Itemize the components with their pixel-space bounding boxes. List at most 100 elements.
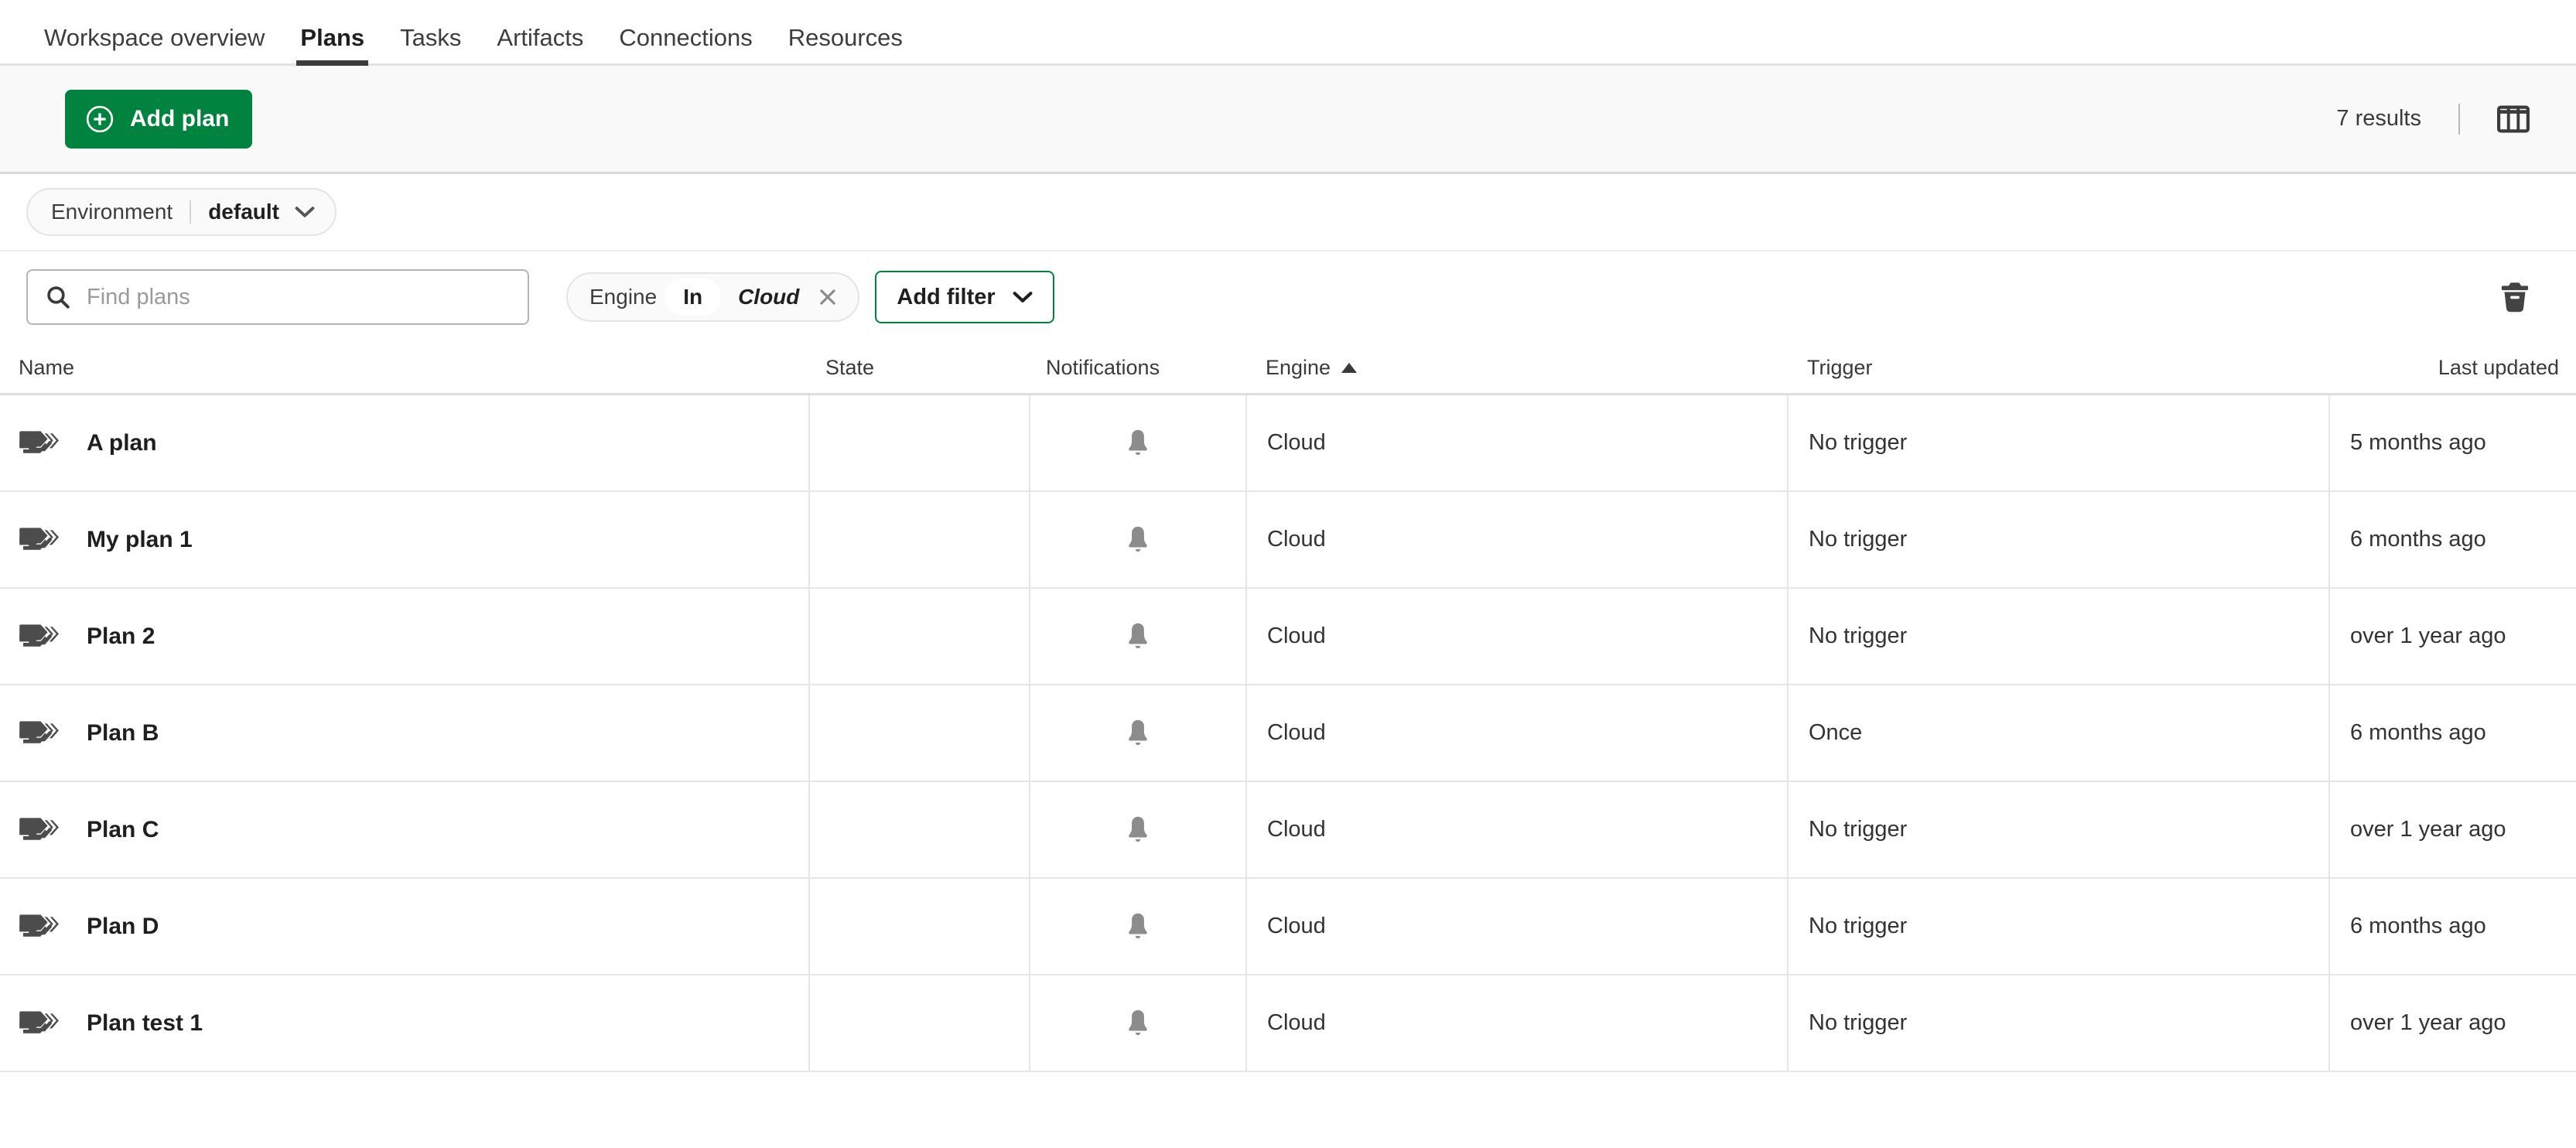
nav-tab-tasks[interactable]: Tasks [382, 26, 479, 63]
column-header-state[interactable]: State [808, 343, 1029, 393]
plan-trigger: No trigger [1809, 914, 1908, 938]
search-input[interactable] [87, 284, 511, 310]
results-count: 7 results [2336, 106, 2421, 131]
cell-name[interactable]: Plan test 1 [0, 975, 808, 1071]
table-header-row: Name State Notifications Engine Trigger … [0, 343, 2576, 395]
cell-engine: Cloud [1245, 975, 1787, 1071]
cell-state [808, 492, 1029, 587]
filter-chip-value: Cloud [738, 285, 800, 309]
plan-trigger: No trigger [1809, 817, 1908, 842]
cell-name[interactable]: Plan 2 [0, 589, 808, 684]
add-filter-label: Add filter [897, 284, 996, 309]
nav-tab-workspace-overview[interactable]: Workspace overview [26, 26, 282, 63]
column-header-trigger-label: Trigger [1807, 356, 1873, 379]
plan-trigger: No trigger [1809, 624, 1908, 648]
column-header-name[interactable]: Name [0, 343, 808, 393]
cell-engine: Cloud [1245, 685, 1787, 781]
cell-last-updated: over 1 year ago [2328, 782, 2576, 877]
plan-last-updated: 6 months ago [2350, 914, 2486, 938]
plan-name: A plan [87, 429, 157, 456]
bell-icon[interactable] [1124, 718, 1152, 749]
add-plan-button[interactable]: Add plan [65, 89, 253, 149]
table-row[interactable]: Plan 2 Cloud No trigger over 1 year ago [0, 589, 2576, 685]
table-row[interactable]: Plan D Cloud No trigger 6 months ago [0, 879, 2576, 975]
cell-last-updated: 6 months ago [2328, 492, 2576, 587]
cell-last-updated: 5 months ago [2328, 395, 2576, 490]
table-row[interactable]: A plan Cloud No trigger 5 months ago [0, 395, 2576, 492]
table-row[interactable]: Plan test 1 Cloud No trigger over 1 year ag… [0, 975, 2576, 1072]
cell-engine: Cloud [1245, 589, 1787, 684]
column-header-trigger[interactable]: Trigger [1787, 343, 2328, 393]
cell-name[interactable]: Plan D [0, 879, 808, 974]
plan-last-updated: 6 months ago [2350, 720, 2486, 745]
column-header-notifications[interactable]: Notifications [1029, 343, 1245, 393]
filter-chip-engine[interactable]: Engine In Cloud [566, 272, 860, 322]
cell-state [808, 685, 1029, 781]
bell-icon[interactable] [1124, 428, 1152, 459]
plan-name: Plan B [87, 719, 159, 746]
bell-icon[interactable] [1124, 911, 1152, 942]
cell-notifications [1029, 685, 1245, 781]
search-box[interactable] [26, 269, 529, 325]
filter-chip-key: Engine [589, 285, 658, 309]
action-bar-right: 7 results [2336, 103, 2530, 135]
table-body: A plan Cloud No trigger 5 months ago My plan… [0, 395, 2576, 1072]
main-navigation: Workspace overview Plans Tasks Artifacts… [0, 0, 2576, 66]
environment-divider [190, 200, 192, 224]
plan-trigger: No trigger [1809, 1010, 1908, 1035]
plan-stack-icon [19, 430, 59, 453]
table-row[interactable]: Plan B Cloud Once 6 months ago [0, 685, 2576, 782]
plan-engine: Cloud [1267, 527, 1326, 552]
bell-icon[interactable] [1124, 524, 1152, 555]
nav-tab-plans[interactable]: Plans [282, 26, 382, 66]
close-icon[interactable] [818, 287, 838, 307]
nav-tab-connections[interactable]: Connections [601, 26, 770, 63]
cell-notifications [1029, 492, 1245, 587]
table-row[interactable]: My plan 1 Cloud No trigger 6 months ago [0, 492, 2576, 589]
cell-name[interactable]: Plan B [0, 685, 808, 781]
bell-icon[interactable] [1124, 815, 1152, 846]
add-filter-button[interactable]: Add filter [875, 271, 1054, 323]
cell-last-updated: 6 months ago [2328, 879, 2576, 974]
table-row[interactable]: Plan C Cloud No trigger over 1 year ago [0, 782, 2576, 879]
cell-trigger: No trigger [1787, 395, 2328, 490]
cell-state [808, 879, 1029, 974]
cell-notifications [1029, 975, 1245, 1071]
column-header-engine[interactable]: Engine [1245, 343, 1787, 393]
cell-trigger: No trigger [1787, 589, 2328, 684]
bell-icon[interactable] [1124, 1008, 1152, 1039]
nav-tab-artifacts[interactable]: Artifacts [479, 26, 601, 63]
chevron-down-icon [295, 207, 315, 217]
cell-notifications [1029, 395, 1245, 490]
trash-icon[interactable] [2500, 281, 2530, 313]
environment-selector[interactable]: Environment default [26, 188, 337, 236]
column-header-engine-label: Engine [1266, 356, 1331, 379]
cell-notifications [1029, 879, 1245, 974]
column-header-last-updated[interactable]: Last updated [2328, 343, 2576, 393]
plan-engine: Cloud [1267, 1010, 1326, 1035]
sort-ascending-icon [1341, 363, 1358, 373]
plan-engine: Cloud [1267, 624, 1326, 648]
plan-last-updated: over 1 year ago [2350, 624, 2506, 648]
cell-name[interactable]: My plan 1 [0, 492, 808, 587]
filter-chip-operator: In [664, 278, 722, 316]
search-icon [47, 286, 70, 309]
cell-state [808, 395, 1029, 490]
plan-last-updated: over 1 year ago [2350, 817, 2506, 842]
plan-engine: Cloud [1267, 720, 1326, 745]
plan-stack-icon [19, 914, 59, 937]
cell-state [808, 975, 1029, 1071]
bell-icon[interactable] [1124, 621, 1152, 652]
environment-bar: Environment default [0, 174, 2576, 251]
plan-trigger: No trigger [1809, 527, 1908, 552]
plan-last-updated: 6 months ago [2350, 527, 2486, 552]
nav-tab-resources[interactable]: Resources [770, 26, 921, 63]
cell-trigger: No trigger [1787, 975, 2328, 1071]
columns-icon[interactable] [2497, 105, 2530, 133]
plan-name: Plan test 1 [87, 1010, 203, 1036]
cell-name[interactable]: A plan [0, 395, 808, 490]
cell-name[interactable]: Plan C [0, 782, 808, 877]
plans-table: Name State Notifications Engine Trigger … [0, 343, 2576, 1148]
plans-page: Workspace overview Plans Tasks Artifacts… [0, 0, 2576, 1148]
column-header-last-updated-label: Last updated [2438, 356, 2559, 379]
